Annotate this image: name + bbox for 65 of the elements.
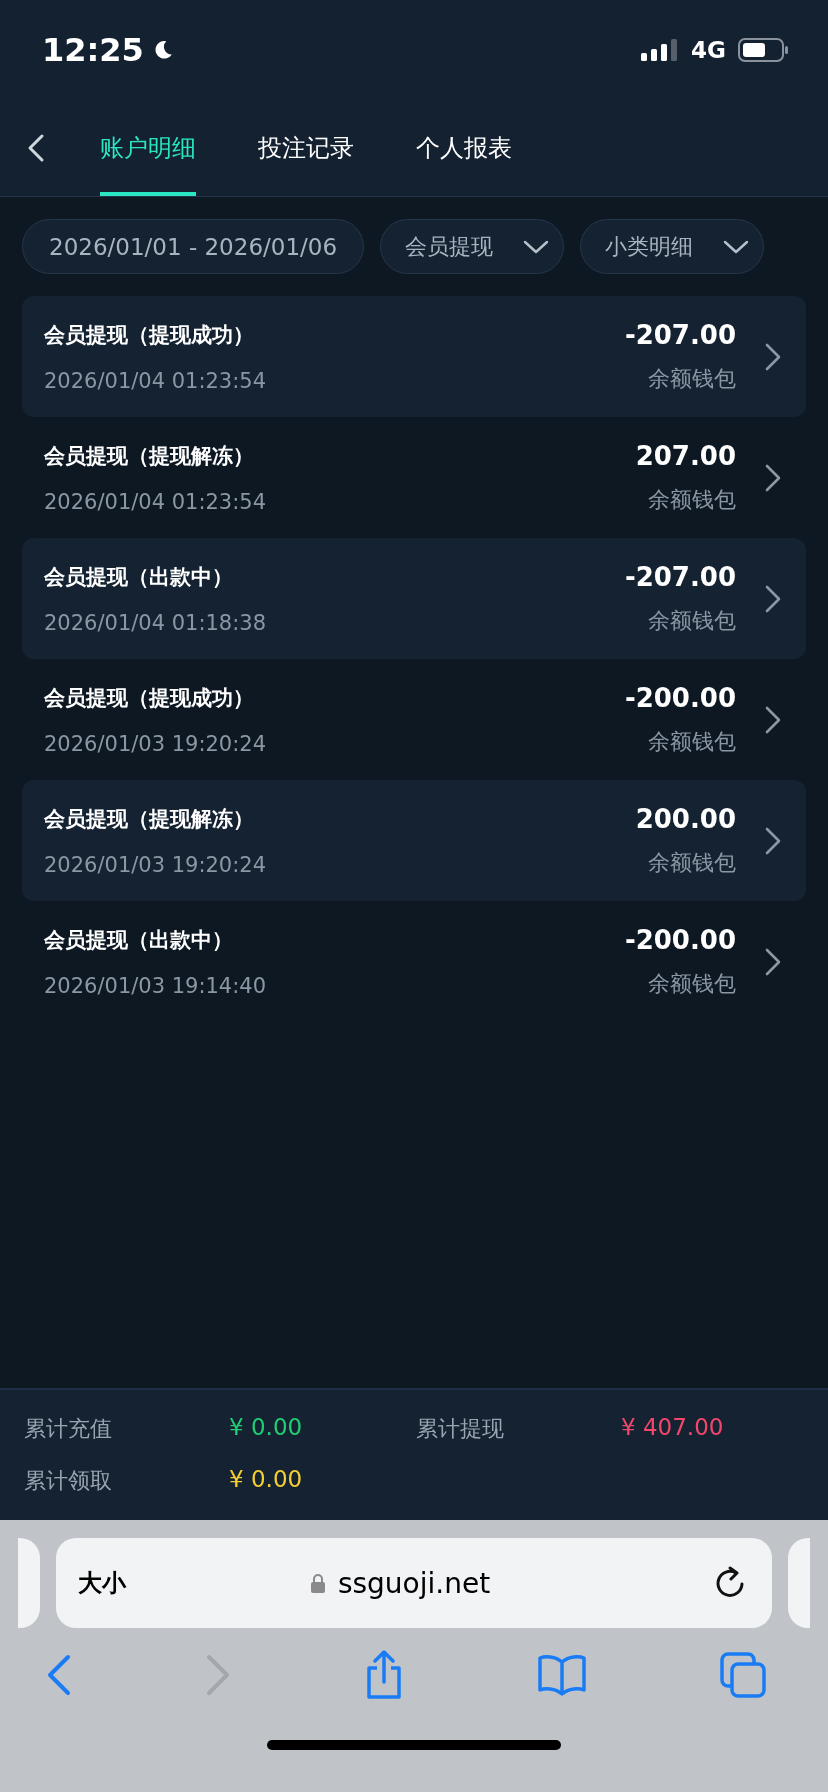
summary-label: 累计领取 <box>24 1467 113 1495</box>
record-title: 会员提现（提现解冻） <box>44 442 255 470</box>
type-dropdown[interactable]: 会员提现 <box>380 219 565 274</box>
record-amount: 200.00 <box>635 803 736 834</box>
record-row[interactable]: 会员提现（提现成功） 2026/01/04 01:23:54 -207.00 余额钱包 <box>22 296 806 417</box>
record-time: 2026/01/04 01:23:54 <box>44 368 268 393</box>
address-bar[interactable]: 大小 ssguoji.net <box>56 1538 772 1628</box>
summary-value: ¥ 0.00 <box>229 1466 303 1494</box>
lock-icon <box>309 1573 326 1593</box>
wallet-label: 余额钱包 <box>648 969 736 998</box>
record-row[interactable]: 会员提现（出款中） 2026/01/04 01:18:38 -207.00 余额钱包 <box>22 538 806 659</box>
record-row[interactable]: 会员提现（提现成功） 2026/01/03 19:20:24 -200.00 余额钱包 <box>22 659 806 780</box>
record-time: 2026/01/03 19:14:40 <box>44 973 268 998</box>
wallet-label: 余额钱包 <box>648 727 736 756</box>
reload-icon[interactable] <box>714 1566 746 1600</box>
tab[interactable]: 个人报表 <box>416 100 512 196</box>
tab-card[interactable] <box>788 1538 810 1628</box>
text-size-button[interactable]: 大小 <box>78 1567 126 1599</box>
record-amount: -200.00 <box>624 682 736 713</box>
summary-value: ¥ 0.00 <box>229 1414 303 1442</box>
share-icon[interactable] <box>364 1650 404 1700</box>
record-time: 2026/01/04 01:18:38 <box>44 610 268 635</box>
summary-label: 累计充值 <box>24 1415 113 1443</box>
wallet-label: 余额钱包 <box>648 848 736 877</box>
tabs-icon[interactable] <box>720 1652 766 1698</box>
record-time: 2026/01/04 01:23:54 <box>44 489 268 514</box>
tab[interactable]: 投注记录 <box>258 100 354 196</box>
chevron-down-icon <box>523 238 550 255</box>
record-time: 2026/01/03 19:20:24 <box>44 731 268 756</box>
network-label: 4G <box>691 37 726 63</box>
status-time: 12:25 <box>42 31 144 69</box>
record-amount: -207.00 <box>624 561 736 592</box>
wallet-label: 余额钱包 <box>648 485 736 514</box>
record-title: 会员提现（出款中） <box>44 926 234 954</box>
record-row[interactable]: 会员提现（提现解冻） 2026/01/04 01:23:54 207.00 余额钱包 <box>22 417 806 538</box>
chevron-right-icon <box>764 462 782 493</box>
back-icon <box>26 133 46 163</box>
date-range-filter[interactable]: 2026/01/01 - 2026/01/06 <box>22 219 365 274</box>
record-amount: -207.00 <box>624 319 736 350</box>
chevron-right-icon <box>764 583 782 614</box>
summary-value: ¥ 407.00 <box>621 1414 724 1442</box>
record-row[interactable]: 会员提现（出款中） 2026/01/03 19:14:40 -200.00 余额钱包 <box>22 901 806 1022</box>
url-text: ssguoji.net <box>337 1566 491 1600</box>
record-row[interactable]: 会员提现（提现解冻） 2026/01/03 19:20:24 200.00 余额钱包 <box>22 780 806 901</box>
record-title: 会员提现（提现解冻） <box>44 805 255 833</box>
record-title: 会员提现（出款中） <box>44 563 234 591</box>
chevron-right-icon <box>764 825 782 856</box>
wallet-label: 余额钱包 <box>648 606 736 635</box>
chevron-down-icon <box>723 238 750 255</box>
record-title: 会员提现（提现成功） <box>44 321 255 349</box>
summary-label: 累计提现 <box>416 1415 505 1443</box>
battery-icon <box>738 38 788 62</box>
record-title: 会员提现（提现成功） <box>44 684 255 712</box>
record-amount: 207.00 <box>635 440 736 471</box>
chevron-right-icon <box>764 704 782 735</box>
back-icon[interactable] <box>46 1653 72 1697</box>
wallet-label: 余额钱包 <box>648 364 736 393</box>
detail-dropdown[interactable]: 小类明细 <box>580 219 765 274</box>
signal-icon <box>641 39 680 61</box>
record-amount: -200.00 <box>624 924 736 955</box>
book-icon[interactable] <box>537 1654 587 1696</box>
tab-card[interactable] <box>18 1538 40 1628</box>
chevron-right-icon <box>764 946 782 977</box>
record-time: 2026/01/03 19:20:24 <box>44 852 268 877</box>
chevron-right-icon <box>764 341 782 372</box>
